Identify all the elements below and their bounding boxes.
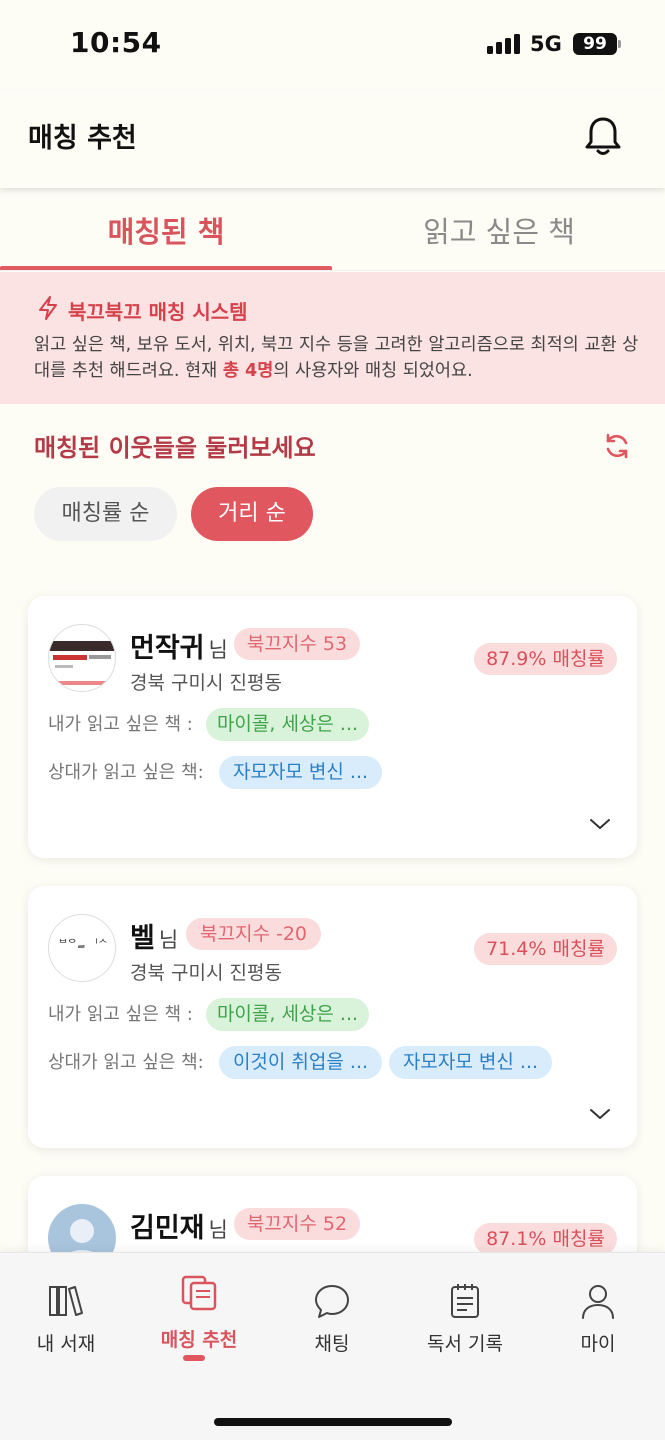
chat-bubble-icon xyxy=(315,1285,349,1318)
info-description: 읽고 싶은 책, 보유 도서, 위치, 북끄 지수 등을 고려한 알고리즘으로 … xyxy=(34,332,644,384)
active-nav-indicator xyxy=(183,1355,205,1361)
refresh-icon[interactable] xyxy=(603,432,631,460)
sort-by-distance[interactable]: 거리 순 xyxy=(191,487,313,541)
nav-label: 내 서재 xyxy=(36,1333,96,1355)
their-wish-book-tag[interactable]: 자모자모 변신 ... xyxy=(389,1046,552,1079)
tab-matched-books[interactable]: 매칭된 책 xyxy=(0,188,332,272)
bookshelf-icon xyxy=(49,1286,83,1316)
matching-info-banner: 북끄북끄 매칭 시스템 읽고 싶은 책, 보유 도서, 위치, 북끄 지수 등을… xyxy=(0,272,665,404)
home-indicator[interactable] xyxy=(214,1418,452,1426)
my-wish-label: 내가 읽고 싶은 책 : xyxy=(48,714,193,735)
match-rate-badge: 87.9% 매칭률 xyxy=(474,643,617,675)
battery-icon: 99 xyxy=(573,33,617,55)
nav-label: 독서 기록 xyxy=(427,1333,503,1355)
book-index-badge: 북끄지수 -20 xyxy=(186,918,321,950)
notepad-icon xyxy=(451,1284,479,1318)
their-wish-book-tag[interactable]: 이것이 취업을 ... xyxy=(219,1046,382,1079)
their-wish-label: 상대가 읽고 싶은 책: xyxy=(48,762,204,783)
match-card[interactable]: 먼작귀 님 북끄지수 53 경북 구미시 진평동 87.9% 매칭률 내가 읽고 … xyxy=(28,596,637,858)
app-header: 매칭 추천 xyxy=(0,90,665,188)
user-name-text: 김민재 xyxy=(130,1213,205,1244)
sort-by-match-rate[interactable]: 매칭률 순 xyxy=(34,487,177,541)
status-bar: 10:54 5G 99 xyxy=(0,0,665,90)
user-location: 경북 구미시 진평동 xyxy=(130,962,282,984)
nav-reading-log[interactable]: 독서 기록 xyxy=(400,1253,530,1373)
tab-bar: 매칭된 책 읽고 싶은 책 xyxy=(0,188,665,272)
my-wish-book-tag[interactable]: 마이콜, 세상은 ... xyxy=(206,708,369,741)
honorific: 님 xyxy=(158,928,179,952)
user-name: 벨님 xyxy=(130,916,178,955)
nav-my[interactable]: 마이 xyxy=(533,1253,663,1373)
tab-divider xyxy=(0,270,665,271)
match-rate-badge: 71.4% 매칭률 xyxy=(474,933,617,965)
book-index-badge: 북끄지수 53 xyxy=(234,628,360,660)
tab-wish-books[interactable]: 읽고 싶은 책 xyxy=(333,188,665,272)
match-rate-badge: 87.1% 매칭률 xyxy=(474,1223,617,1255)
info-text-after: 의 사용자와 매칭 되었어요. xyxy=(273,361,473,381)
user-location: 경북 구미시 진평동 xyxy=(130,672,282,694)
nav-label: 마이 xyxy=(580,1333,616,1355)
page-title: 매칭 추천 xyxy=(28,123,137,154)
user-name: 김민재 님 xyxy=(130,1206,228,1245)
section-title: 매칭된 이웃들을 둘러보세요 xyxy=(34,434,316,462)
signal-icon xyxy=(487,34,521,54)
my-wish-book-tag[interactable]: 마이콜, 세상은 ... xyxy=(206,998,369,1031)
bell-icon[interactable] xyxy=(582,114,624,158)
their-wish-book-tag[interactable]: 자모자모 변신 ... xyxy=(219,756,382,789)
info-title: 북끄북끄 매칭 시스템 xyxy=(68,300,248,324)
honorific: 님 xyxy=(208,1218,228,1242)
person-icon xyxy=(582,1285,614,1319)
match-card[interactable]: ᄇᄋᆯ ᅵᄉ 벨님 북끄지수 -20 경북 구미시 진평동 71.4% 매칭률 … xyxy=(28,886,637,1148)
nav-chat[interactable]: 채팅 xyxy=(267,1253,397,1373)
avatar xyxy=(48,624,116,692)
chevron-down-icon[interactable] xyxy=(588,816,612,832)
matched-count: 총 4명 xyxy=(222,361,274,381)
their-wish-label: 상대가 읽고 싶은 책: xyxy=(48,1052,204,1073)
nav-my-library[interactable]: 내 서재 xyxy=(1,1253,131,1373)
user-name: 먼작귀 님 xyxy=(130,626,228,665)
battery-tip xyxy=(618,40,621,48)
nav-label: 채팅 xyxy=(314,1333,350,1355)
lightning-icon xyxy=(39,296,57,320)
match-books-icon xyxy=(181,1275,217,1311)
nav-label: 매칭 추천 xyxy=(160,1329,238,1351)
status-time: 10:54 xyxy=(70,26,162,59)
honorific: 님 xyxy=(208,638,228,662)
svg-text:ᄇᄋᆯ ᅵᄉ: ᄇᄋᆯ ᅵᄉ xyxy=(58,938,107,950)
bottom-navigation: 내 서재 매칭 추천 채팅 독서 기록 마이 xyxy=(0,1252,665,1440)
book-index-badge: 북끄지수 52 xyxy=(234,1208,360,1240)
user-name-text: 벨 xyxy=(130,923,155,954)
avatar: ᄇᄋᆯ ᅵᄉ xyxy=(48,914,116,982)
chevron-down-icon[interactable] xyxy=(588,1106,612,1122)
network-type: 5G xyxy=(530,32,562,56)
user-name-text: 먼작귀 xyxy=(130,633,205,664)
my-wish-label: 내가 읽고 싶은 책 : xyxy=(48,1004,193,1025)
nav-match-recommend[interactable]: 매칭 추천 xyxy=(134,1253,264,1373)
